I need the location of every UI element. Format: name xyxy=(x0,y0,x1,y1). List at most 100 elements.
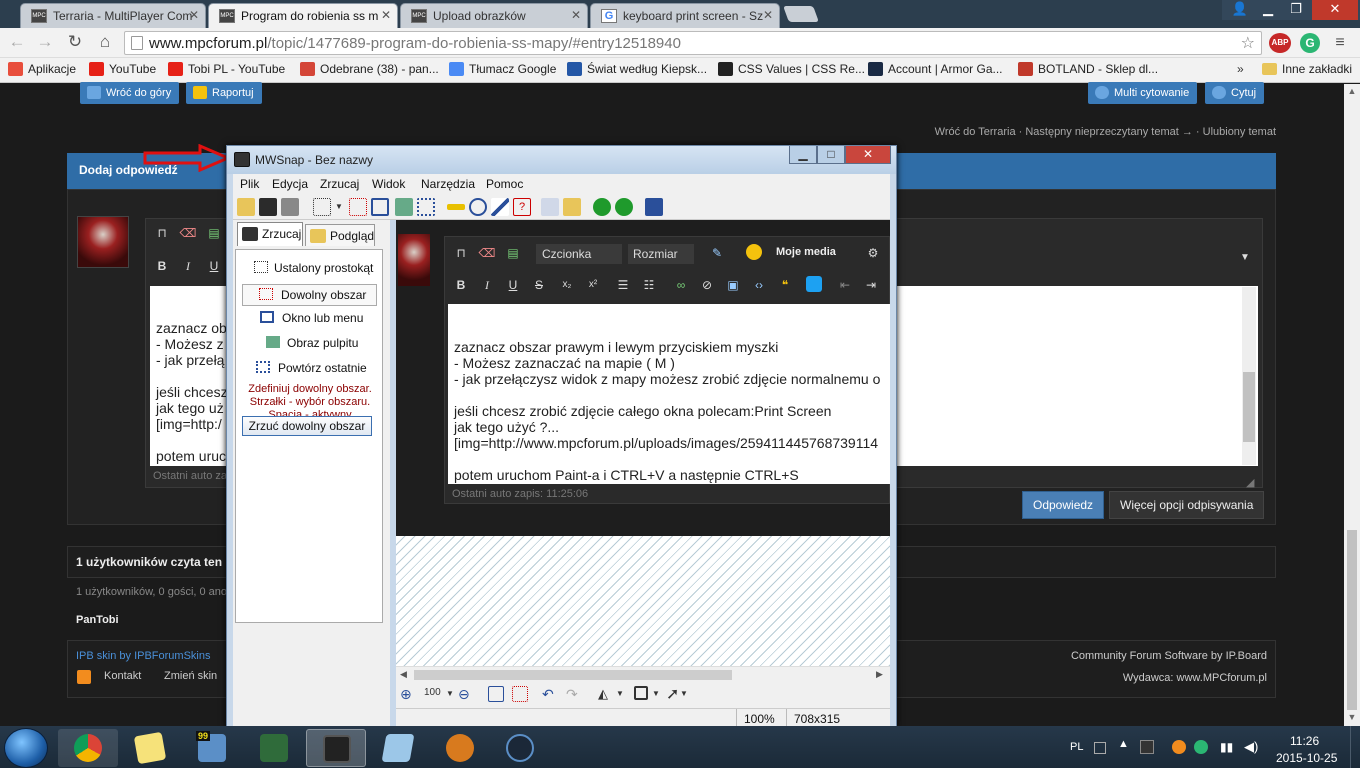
template-icon[interactable]: ▤ xyxy=(205,224,223,242)
close-window-icon[interactable]: ✕ xyxy=(1312,0,1358,20)
show-desktop-button[interactable] xyxy=(1350,726,1360,768)
taskbar-monitor[interactable] xyxy=(244,729,304,767)
mwsnap-close-icon[interactable]: ✕ xyxy=(845,146,891,164)
menu-edit[interactable]: Edycja xyxy=(272,177,308,191)
tab-terraria[interactable]: MPC Terraria - MultiPlayer Com ✕ xyxy=(20,3,206,28)
user-profile-icon[interactable]: 👤 xyxy=(1226,0,1254,20)
menu-help[interactable]: Pomoc xyxy=(486,177,523,191)
scroll-up-icon[interactable]: ▲ xyxy=(1345,86,1359,98)
rss-icon[interactable] xyxy=(77,670,91,684)
chevron-down-icon[interactable]: ▼ xyxy=(446,689,454,698)
italic-icon[interactable]: I xyxy=(179,257,197,275)
taskbar-notes[interactable] xyxy=(120,729,180,767)
adblock-plus-icon[interactable]: ABP xyxy=(1269,33,1291,53)
camera-tray-icon[interactable] xyxy=(1140,740,1154,754)
tab-capture[interactable]: Zrzucaj xyxy=(237,222,303,246)
volume-icon[interactable]: ◀) xyxy=(1244,739,1258,755)
taskbar-chrome[interactable] xyxy=(58,729,118,767)
taskbar-settings[interactable] xyxy=(430,729,490,767)
orange-tray-icon[interactable] xyxy=(1172,740,1186,754)
close-tab-icon[interactable]: ✕ xyxy=(189,8,199,22)
taskbar-editor[interactable] xyxy=(368,729,428,767)
back-arrow-icon[interactable]: ← xyxy=(6,32,28,52)
desktop-option[interactable]: Obraz pulpitu xyxy=(236,334,382,356)
topic-navigation[interactable]: Wróć do Terraria · Następny nieprzeczyta… xyxy=(935,126,1276,138)
multi-quote-button[interactable]: Multi cytowanie xyxy=(1088,82,1198,104)
window-capture-icon[interactable] xyxy=(371,198,389,216)
underline-icon[interactable]: U xyxy=(205,257,223,275)
tab-program-ss[interactable]: MPC Program do robienia ss m ✕ xyxy=(208,3,398,28)
repeat-capture-icon[interactable] xyxy=(417,198,435,216)
language-indicator[interactable]: PL xyxy=(1070,741,1083,753)
scroll-left-icon[interactable]: ◀ xyxy=(400,669,407,680)
preview-hscroll[interactable]: ◀ ▶ xyxy=(396,666,890,682)
report-button[interactable]: Raportuj xyxy=(186,82,262,104)
settings-icon[interactable] xyxy=(541,198,559,216)
close-tab-icon[interactable]: ✕ xyxy=(763,8,773,22)
taskbar-mwsnap[interactable] xyxy=(306,729,366,767)
reply-button[interactable]: Odpowiedz xyxy=(1022,491,1105,519)
copy-icon[interactable] xyxy=(488,686,504,702)
help-icon[interactable]: ? xyxy=(513,198,531,216)
bookmark-item[interactable]: Account | Armor Ga... xyxy=(868,62,1003,76)
grammarly-tray-icon[interactable] xyxy=(1194,740,1208,754)
reload-icon[interactable]: ↻ xyxy=(64,32,86,52)
menu-view[interactable]: Widok xyxy=(372,177,405,191)
quote-button[interactable]: Cytuj xyxy=(1205,82,1265,104)
crop-icon[interactable] xyxy=(512,686,528,702)
tab-upload[interactable]: MPC Upload obrazków ✕ xyxy=(400,3,588,28)
cursor-icon[interactable]: ➚ xyxy=(666,684,679,704)
border-icon[interactable] xyxy=(634,686,648,700)
textarea-scrollbar-thumb[interactable] xyxy=(1243,372,1255,442)
change-skin-link[interactable]: Zmień skin xyxy=(164,670,217,682)
scroll-down-icon[interactable]: ▼ xyxy=(1345,712,1359,724)
hotkeys-on-icon[interactable] xyxy=(593,198,611,216)
software-credit[interactable]: Community Forum Software by IP.Board xyxy=(1071,650,1267,662)
bookmark-item[interactable]: CSS Values | CSS Re... xyxy=(718,62,865,76)
ruler-icon[interactable] xyxy=(447,204,465,210)
menu-file[interactable]: Plik xyxy=(240,177,259,191)
flip-icon[interactable]: ◭ xyxy=(598,686,608,702)
contact-link[interactable]: Kontakt xyxy=(104,670,141,682)
desktop-capture-icon[interactable] xyxy=(395,198,413,216)
reader-name[interactable]: PanTobi xyxy=(76,614,119,626)
chevron-down-icon[interactable]: ▼ xyxy=(616,689,624,698)
bookmark-item[interactable]: YouTube xyxy=(89,62,156,76)
page-scrollbar-thumb[interactable] xyxy=(1347,530,1357,710)
tab-preview[interactable]: Podgląd xyxy=(305,224,375,246)
capture-area-button[interactable]: Zrzuć dowolny obszar xyxy=(242,416,372,436)
keyboard-icon[interactable] xyxy=(1094,742,1106,754)
open-folder-icon[interactable] xyxy=(237,198,255,216)
menu-capture[interactable]: Zrzucaj xyxy=(320,177,359,191)
repeat-option[interactable]: Powtórz ostatnie xyxy=(236,359,382,381)
preview-hscroll-thumb[interactable] xyxy=(414,670,732,680)
tab-google-search[interactable]: G keyboard print screen - Sz ✕ xyxy=(590,3,780,28)
close-tab-icon[interactable]: ✕ xyxy=(381,8,391,22)
exit-icon[interactable] xyxy=(645,198,663,216)
chrome-menu-icon[interactable]: ≡ xyxy=(1332,33,1348,53)
bookmark-item[interactable]: Aplikacje xyxy=(8,62,76,76)
grammarly-icon[interactable]: G xyxy=(1300,33,1320,53)
bookmarks-overflow-button[interactable]: » xyxy=(1237,62,1244,76)
forward-arrow-icon[interactable]: → xyxy=(34,32,56,52)
new-tab-button[interactable] xyxy=(783,6,819,22)
chevron-down-icon[interactable]: ▼ xyxy=(652,689,660,698)
clock-date[interactable]: 2015-10-25 xyxy=(1276,751,1337,765)
mwsnap-maximize-icon[interactable]: □ xyxy=(817,146,845,164)
color-picker-icon[interactable] xyxy=(491,198,509,216)
bookmark-item[interactable]: BOTLAND - Sklep dl... xyxy=(1018,62,1158,76)
other-bookmarks-folder[interactable]: Inne zakładki xyxy=(1262,62,1352,76)
fixed-rect-option[interactable]: Ustalony prostokąt xyxy=(236,259,382,281)
chevron-down-icon[interactable]: ▼ xyxy=(680,689,688,698)
skin-credit-link[interactable]: IPB skin by IPBForumSkins xyxy=(76,650,211,662)
window-option[interactable]: Okno lub menu xyxy=(236,309,382,331)
taskbar-computer[interactable]: 99 xyxy=(182,729,242,767)
hotkeys-off-icon[interactable] xyxy=(615,198,633,216)
any-area-icon[interactable] xyxy=(349,198,367,216)
print-icon[interactable] xyxy=(281,198,299,216)
restore-window-icon[interactable]: ❐ xyxy=(1282,0,1310,20)
back-to-top-button[interactable]: Wróć do góry xyxy=(80,82,180,104)
bold-icon[interactable]: B xyxy=(153,257,171,275)
close-tab-icon[interactable]: ✕ xyxy=(571,8,581,22)
save-icon[interactable] xyxy=(259,198,277,216)
